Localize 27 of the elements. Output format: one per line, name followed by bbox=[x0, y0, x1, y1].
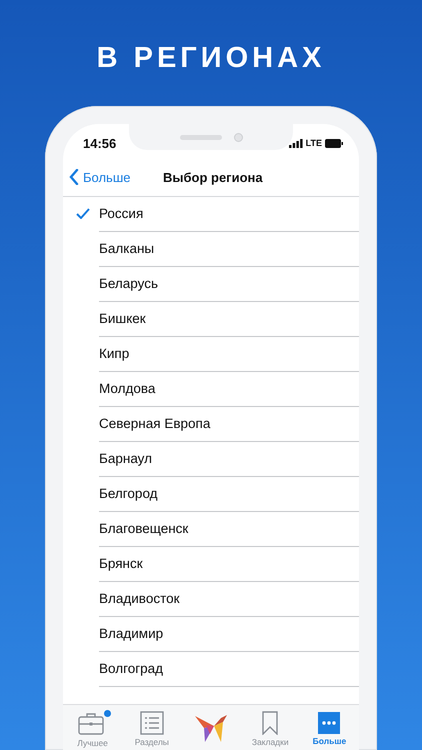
screen-title: Выбор региона bbox=[163, 170, 263, 184]
region-item[interactable]: Барнаул bbox=[63, 442, 359, 477]
region-item[interactable]: Благовещенск bbox=[63, 512, 359, 547]
region-item[interactable]: Молдова bbox=[63, 372, 359, 407]
tab-item[interactable]: Больше bbox=[300, 705, 359, 750]
signal-icon bbox=[288, 138, 303, 148]
region-item[interactable]: Беларусь bbox=[63, 267, 359, 302]
region-item[interactable]: Кипр bbox=[63, 337, 359, 372]
chevron-left-icon bbox=[69, 169, 79, 185]
region-item[interactable]: Волгоград bbox=[63, 652, 359, 687]
status-time: 14:56 bbox=[83, 136, 116, 150]
battery-icon bbox=[325, 138, 343, 148]
region-item[interactable]: Балканы bbox=[63, 232, 359, 267]
bookmark-icon bbox=[262, 710, 278, 734]
network-label: LTE bbox=[306, 138, 322, 148]
list-icon bbox=[140, 710, 164, 734]
region-item[interactable]: Брянск bbox=[63, 547, 359, 582]
headline: В РЕГИОНАХ bbox=[96, 42, 326, 76]
checkmark-icon bbox=[76, 208, 90, 218]
region-item[interactable]: Владивосток bbox=[63, 582, 359, 617]
more-icon bbox=[318, 712, 340, 734]
region-item[interactable]: Россия bbox=[63, 197, 359, 232]
region-item[interactable]: Бишкек bbox=[63, 302, 359, 337]
back-button[interactable]: Больше bbox=[63, 169, 130, 185]
region-item[interactable]: Северная Европа bbox=[63, 407, 359, 442]
region-item[interactable]: Белгород bbox=[63, 477, 359, 512]
region-item[interactable]: Владимир bbox=[63, 617, 359, 652]
